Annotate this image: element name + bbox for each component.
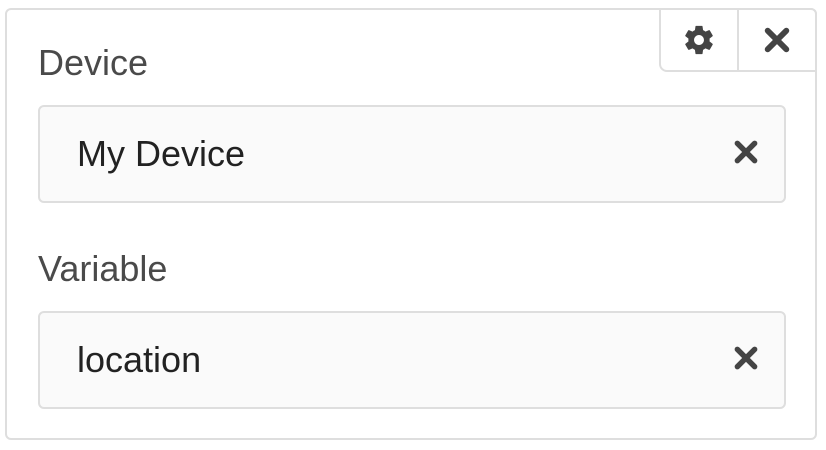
device-value: My Device xyxy=(77,133,246,174)
variable-select[interactable]: location xyxy=(38,311,786,409)
close-icon xyxy=(733,345,759,376)
variable-label: Variable xyxy=(38,248,168,289)
close-button[interactable] xyxy=(737,8,817,72)
widget-config-panel: Device My Device Variable location xyxy=(5,8,817,440)
variable-value: location xyxy=(77,339,202,380)
device-label: Device xyxy=(38,42,149,83)
device-select[interactable]: My Device xyxy=(38,105,786,203)
close-icon xyxy=(733,139,759,170)
device-clear-button[interactable] xyxy=(730,138,762,170)
variable-clear-button[interactable] xyxy=(730,344,762,376)
gear-icon xyxy=(682,23,716,57)
panel-toolbar xyxy=(659,8,817,72)
close-icon xyxy=(763,26,791,54)
settings-button[interactable] xyxy=(659,8,739,72)
